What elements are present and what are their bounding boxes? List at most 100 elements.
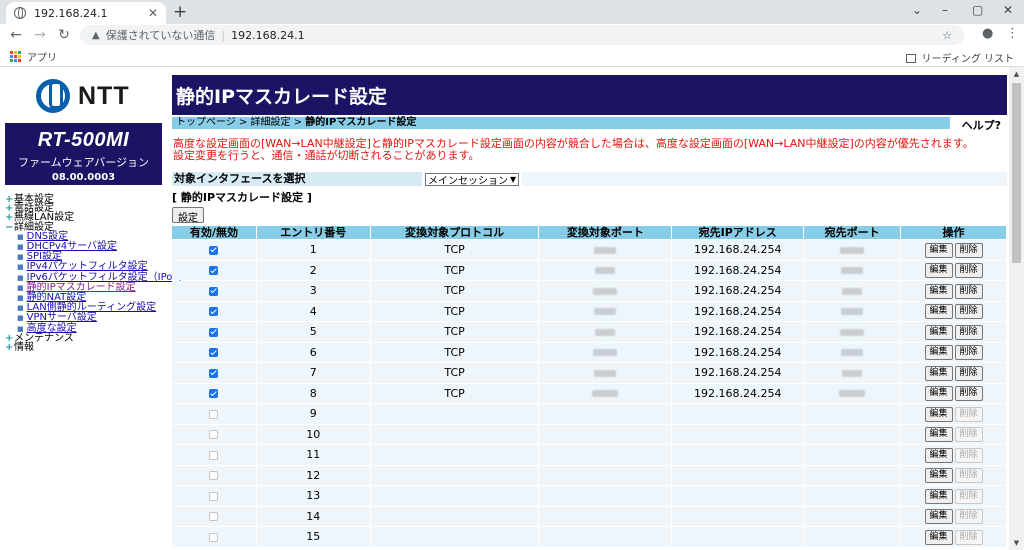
redacted-port [594, 369, 617, 377]
maximize-icon[interactable]: ▢ [972, 3, 983, 17]
redacted-port [595, 328, 616, 336]
delete-button[interactable]: 削除 [954, 427, 983, 443]
enabled-checkbox[interactable] [209, 450, 219, 460]
enabled-cell [172, 342, 256, 362]
help-link[interactable]: ヘルプ? [962, 117, 1001, 133]
edit-button[interactable]: 編集 [924, 365, 953, 381]
enabled-checkbox[interactable] [209, 512, 219, 522]
menu-info[interactable]: +情報 [5, 342, 189, 354]
dest-port-cell [804, 260, 901, 280]
edit-button[interactable]: 編集 [924, 427, 953, 443]
edit-button[interactable]: 編集 [924, 529, 953, 545]
enabled-checkbox[interactable] [209, 430, 219, 440]
back-icon[interactable]: ← [4, 27, 28, 43]
dest-ip-cell [672, 465, 804, 485]
bookmark-star-icon[interactable]: ☆ [942, 29, 952, 42]
dest-port-cell [804, 486, 901, 506]
port-cell [539, 445, 672, 465]
delete-button[interactable]: 削除 [954, 468, 983, 484]
table-row: 8 TCP 192.168.24.254 編集 削除 [172, 383, 1006, 403]
delete-button[interactable]: 削除 [954, 283, 983, 299]
edit-button[interactable]: 編集 [924, 447, 953, 463]
edit-button[interactable]: 編集 [924, 242, 953, 258]
new-tab-icon[interactable]: + [173, 2, 187, 22]
insecure-label: 保護されていない通信 [105, 29, 216, 42]
menu-label: 情報 [14, 342, 34, 354]
edit-button[interactable]: 編集 [924, 345, 953, 361]
window-close-icon[interactable]: ✕ [1003, 3, 1013, 17]
delete-button[interactable]: 削除 [954, 406, 983, 422]
enabled-checkbox[interactable] [209, 368, 219, 378]
delete-button[interactable]: 削除 [954, 324, 983, 340]
scroll-up-icon[interactable]: ▲ [1009, 67, 1024, 81]
address-bar[interactable]: ▲ 保護されていない通信 | 192.168.24.1 ☆ [80, 25, 964, 45]
enabled-checkbox[interactable] [209, 532, 219, 542]
scroll-thumb[interactable] [1012, 83, 1021, 263]
menu-kebab-icon[interactable]: ⋮ [1006, 26, 1019, 41]
edit-button[interactable]: 編集 [924, 488, 953, 504]
enabled-checkbox[interactable] [209, 327, 219, 337]
enabled-checkbox[interactable] [209, 266, 219, 276]
interface-select[interactable]: メインセッション ▼ [425, 172, 520, 187]
enabled-checkbox[interactable] [209, 471, 219, 481]
browser-tab[interactable]: 192.168.24.1 ✕ [6, 2, 166, 24]
breadcrumb-current: 静的IPマスカレード設定 [305, 117, 417, 128]
entry-number: 4 [256, 301, 370, 321]
table-row: 5 TCP 192.168.24.254 編集 削除 [172, 322, 1006, 342]
edit-button[interactable]: 編集 [924, 324, 953, 340]
page-scrollbar[interactable]: ▲ ▼ [1009, 67, 1024, 550]
delete-button[interactable]: 削除 [954, 488, 983, 504]
delete-button[interactable]: 削除 [954, 529, 983, 545]
router-page: NTT RT-500MI ファームウェアバージョン 08.00.0003 +基本… [0, 67, 1024, 550]
reading-list-button[interactable]: リーディング リスト [905, 50, 1014, 65]
delete-button[interactable]: 削除 [954, 509, 983, 525]
edit-button[interactable]: 編集 [924, 468, 953, 484]
enabled-checkbox[interactable] [209, 245, 219, 255]
entry-number: 3 [256, 281, 370, 301]
reload-icon[interactable]: ↻ [52, 27, 76, 43]
forward-icon[interactable]: → [28, 27, 52, 43]
port-cell [539, 383, 672, 403]
delete-button[interactable]: 削除 [954, 386, 983, 402]
enabled-checkbox[interactable] [209, 348, 219, 358]
redacted-port [593, 287, 618, 295]
scroll-down-icon[interactable]: ▼ [1009, 536, 1024, 550]
profile-icon[interactable]: ● [982, 26, 993, 41]
set-button[interactable]: 設定 [172, 207, 204, 224]
warning-icon[interactable]: ▲ [92, 30, 100, 41]
table-row: 10 編集 削除 [172, 424, 1006, 444]
breadcrumb-path[interactable]: トップページ > 詳細設定 > [176, 117, 305, 128]
enabled-checkbox[interactable] [209, 286, 219, 296]
tab-search-icon[interactable]: ⌄ [912, 3, 922, 17]
notice-line-2: 設定変更を行うと、通信・通話が切断されることがあります。 [173, 149, 480, 162]
protocol-cell: TCP [370, 260, 539, 280]
edit-button[interactable]: 編集 [924, 283, 953, 299]
port-cell [539, 527, 672, 547]
enabled-cell [172, 424, 256, 444]
delete-button[interactable]: 削除 [954, 345, 983, 361]
delete-button[interactable]: 削除 [954, 304, 983, 320]
edit-button[interactable]: 編集 [924, 386, 953, 402]
table-row: 14 編集 削除 [172, 506, 1006, 526]
edit-button[interactable]: 編集 [924, 406, 953, 422]
apps-bookmark[interactable]: アプリ [27, 49, 57, 64]
enabled-checkbox[interactable] [209, 491, 219, 501]
delete-button[interactable]: 削除 [954, 447, 983, 463]
protocol-cell [370, 506, 539, 526]
delete-button[interactable]: 削除 [954, 242, 983, 258]
edit-button[interactable]: 編集 [924, 263, 953, 279]
enabled-checkbox[interactable] [209, 389, 219, 399]
delete-button[interactable]: 削除 [954, 263, 983, 279]
enabled-checkbox[interactable] [209, 409, 219, 419]
edit-button[interactable]: 編集 [924, 304, 953, 320]
delete-button[interactable]: 削除 [954, 365, 983, 381]
entry-number: 9 [256, 404, 370, 424]
edit-button[interactable]: 編集 [924, 509, 953, 525]
close-tab-icon[interactable]: ✕ [148, 6, 158, 20]
action-cell: 編集 削除 [901, 301, 1006, 321]
minimize-icon[interactable]: – [942, 3, 948, 17]
protocol-cell: TCP [370, 363, 539, 383]
dest-port-cell [804, 445, 901, 465]
apps-grid-icon[interactable] [10, 50, 21, 62]
enabled-checkbox[interactable] [209, 307, 219, 317]
